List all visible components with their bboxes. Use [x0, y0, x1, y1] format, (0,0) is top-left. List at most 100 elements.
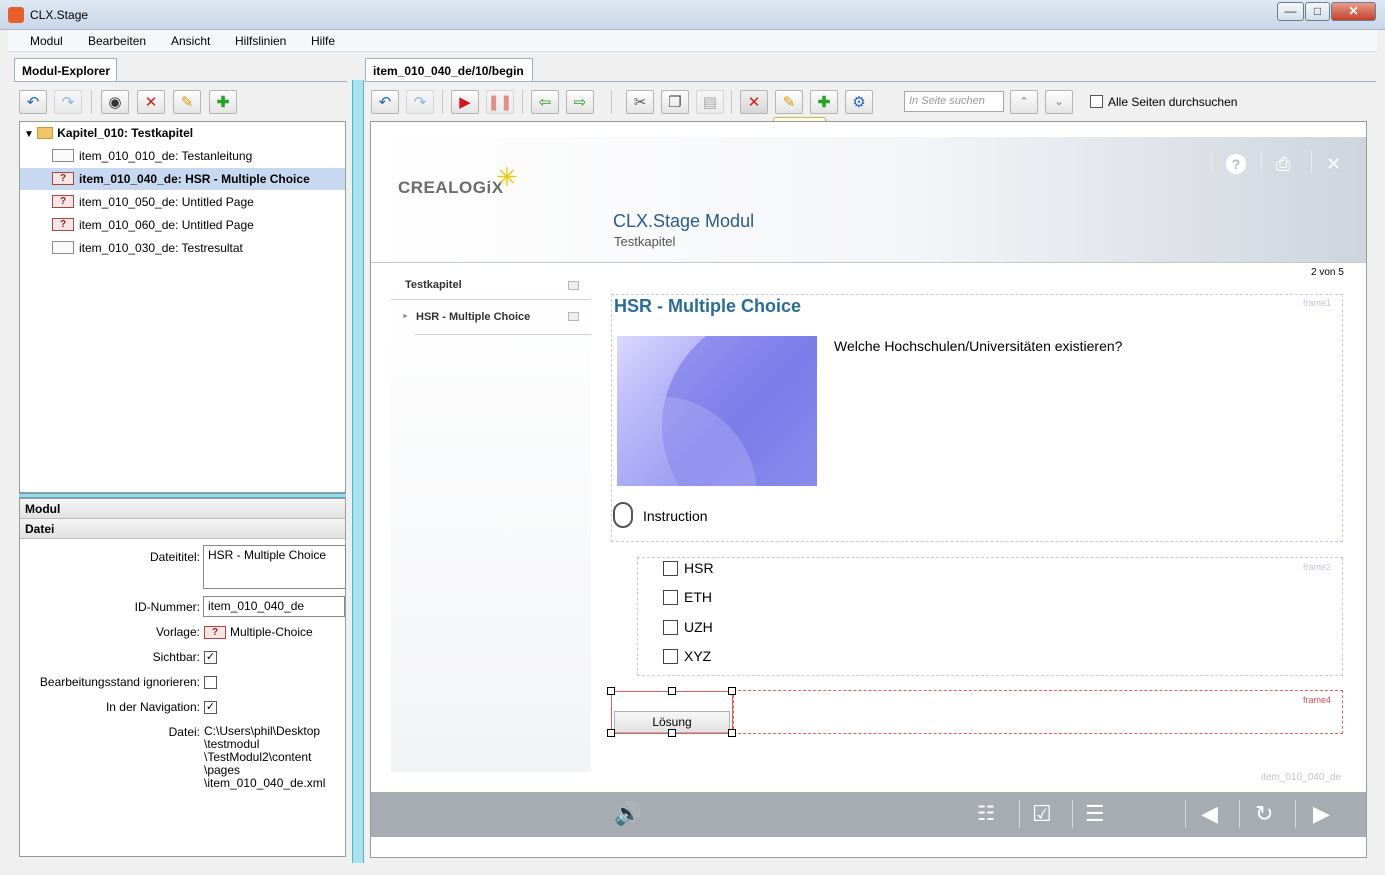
option-checkbox[interactable]	[663, 590, 678, 605]
tree-item[interactable]: item_010_010_de: Testanleitung	[52, 145, 252, 167]
paste-icon[interactable]: ▤	[696, 90, 724, 114]
window-titlebar: CLX.Stage — □ ✕	[0, 0, 1385, 30]
close-icon[interactable]: ✕	[1326, 154, 1341, 175]
resize-handle[interactable]	[728, 729, 736, 737]
copy-icon[interactable]: ❐	[661, 90, 689, 114]
next-page-icon[interactable]: ⇨	[566, 90, 594, 114]
id-field[interactable]: item_010_040_de	[203, 596, 345, 617]
nav-chapter[interactable]: Testkapitel	[405, 279, 462, 291]
menu-ansicht[interactable]: Ansicht	[171, 34, 210, 48]
app-icon	[8, 7, 24, 23]
footer-separator	[1185, 800, 1186, 828]
header-separator	[1211, 151, 1212, 173]
audio-speaker-icon[interactable]: 🔊	[614, 801, 641, 827]
frame1-label: frame1	[1303, 298, 1332, 308]
menu-bearbeiten[interactable]: Bearbeiten	[88, 34, 146, 48]
search-all-pages-checkbox[interactable]	[1090, 95, 1103, 108]
edit-pencil-icon[interactable]: ✎	[775, 90, 803, 114]
resize-handle[interactable]	[728, 687, 736, 695]
reload-icon[interactable]: ↻	[1255, 801, 1273, 827]
redo-icon[interactable]: ↷	[54, 90, 82, 114]
search-down-icon[interactable]: ⌄	[1045, 90, 1073, 114]
resize-handle[interactable]	[668, 687, 676, 695]
settings-gear-icon[interactable]: ⚙	[845, 90, 873, 114]
nav-divider	[391, 299, 591, 300]
option-label: ETH	[684, 589, 712, 605]
option-checkbox[interactable]	[663, 649, 678, 664]
module-tree: ▼ Kapitel_010: Testkapitel item_010_010_…	[19, 121, 346, 493]
tab-divider	[365, 81, 1376, 82]
stage-header: CREALOGiX ✳ CLX.Stage Modul Testkapitel …	[371, 137, 1366, 263]
menu-hilfe[interactable]: Hilfe	[311, 34, 335, 48]
tree-item-label: item_010_030_de: Testresultat	[79, 241, 243, 255]
add-icon[interactable]: ✚	[810, 90, 838, 114]
menu-modul[interactable]: Modul	[30, 34, 63, 48]
tree-item-label: item_010_050_de: Untitled Page	[79, 195, 254, 209]
tree-item-selected[interactable]: ? item_010_040_de: HSR - Multiple Choice	[20, 168, 345, 190]
maximize-button[interactable]: □	[1305, 2, 1330, 21]
forward-arrow-icon[interactable]: ▶	[1313, 801, 1330, 827]
resize-handle[interactable]	[607, 687, 615, 695]
menu-bar: Modul Bearbeiten Ansicht Hilfslinien Hil…	[8, 30, 1377, 52]
delete-icon[interactable]: ✕	[137, 90, 165, 114]
tree-root-chapter[interactable]: ▼ Kapitel_010: Testkapitel	[24, 122, 193, 144]
list-icon[interactable]: ☰	[1085, 801, 1105, 827]
crealogix-logo: CREALOGiX	[398, 178, 504, 197]
add-icon[interactable]: ✚	[209, 90, 237, 114]
frame2[interactable]	[637, 557, 1343, 676]
page-search-input[interactable]: In Seite suchen	[904, 91, 1004, 112]
pause-icon[interactable]: ❚❚	[486, 90, 514, 114]
frame4[interactable]	[733, 690, 1343, 734]
header-separator	[1311, 151, 1312, 173]
expand-arrow-icon[interactable]: ▼	[24, 129, 34, 140]
previous-page-icon[interactable]: ⇦	[531, 90, 559, 114]
back-arrow-icon[interactable]: ◀	[1201, 801, 1218, 827]
checkbox-check-icon[interactable]: ☑	[1032, 801, 1052, 827]
sichtbar-checkbox[interactable]: ✓	[204, 651, 217, 664]
vertical-splitter[interactable]	[352, 80, 364, 863]
stage-navigation: Testkapitel ► HSR - Multiple Choice	[391, 272, 591, 772]
bearbeitung-checkbox[interactable]	[204, 676, 217, 689]
cut-icon[interactable]: ✂	[626, 90, 654, 114]
nav-divider	[415, 334, 591, 335]
dateititel-field[interactable]: HSR - Multiple Choice	[203, 545, 346, 589]
tab-page-editor[interactable]: item_010_040_de/10/begin	[365, 58, 533, 82]
undo-icon[interactable]: ↶	[371, 90, 399, 114]
tree-root-label: Kapitel_010: Testkapitel	[57, 126, 194, 140]
sitemap-icon[interactable]: ☷	[977, 801, 995, 826]
page-counter: 2 von 5	[1311, 267, 1344, 278]
question-icon: ?	[52, 195, 74, 209]
tree-item[interactable]: ? item_010_060_de: Untitled Page	[52, 214, 254, 236]
section-datei[interactable]: Datei	[20, 519, 345, 539]
nav-page[interactable]: HSR - Multiple Choice	[416, 311, 530, 323]
module-subtitle: Testkapitel	[614, 234, 676, 249]
delete-icon[interactable]: ✕	[740, 90, 768, 114]
option-label: HSR	[684, 560, 714, 576]
play-icon[interactable]: ▶	[451, 90, 479, 114]
stage-preview: CREALOGiX ✳ CLX.Stage Modul Testkapitel …	[370, 121, 1367, 858]
help-icon[interactable]: ?	[1226, 154, 1246, 174]
tab-modul-explorer[interactable]: Modul-Explorer	[14, 58, 117, 82]
resize-handle[interactable]	[668, 729, 676, 737]
print-icon[interactable]: ⎙	[1276, 154, 1290, 175]
tree-item[interactable]: item_010_030_de: Testresultat	[52, 237, 243, 259]
undo-icon[interactable]: ↶	[19, 90, 47, 114]
properties-panel: Modul Datei Dateititel: HSR - Multiple C…	[19, 498, 346, 857]
tree-item-label: item_010_010_de: Testanleitung	[79, 149, 253, 163]
option-checkbox[interactable]	[663, 561, 678, 576]
question-text: Welche Hochschulen/Universitäten existie…	[834, 338, 1123, 354]
search-up-icon[interactable]: ⌃	[1010, 90, 1038, 114]
close-window-button[interactable]: ✕	[1331, 2, 1376, 21]
question-icon: ?	[52, 218, 74, 232]
option-checkbox[interactable]	[663, 620, 678, 635]
navigation-checkbox[interactable]: ✓	[204, 701, 217, 714]
tree-item[interactable]: ? item_010_050_de: Untitled Page	[52, 191, 254, 213]
redo-icon[interactable]: ↷	[406, 90, 434, 114]
resize-handle[interactable]	[607, 729, 615, 737]
window-title: CLX.Stage	[30, 8, 89, 22]
menu-hilfslinien[interactable]: Hilfslinien	[235, 34, 286, 48]
preview-eye-icon[interactable]: ◉	[101, 90, 129, 114]
edit-pencil-icon[interactable]: ✎	[173, 90, 201, 114]
section-modul[interactable]: Modul	[20, 499, 345, 519]
minimize-button[interactable]: —	[1277, 2, 1304, 21]
